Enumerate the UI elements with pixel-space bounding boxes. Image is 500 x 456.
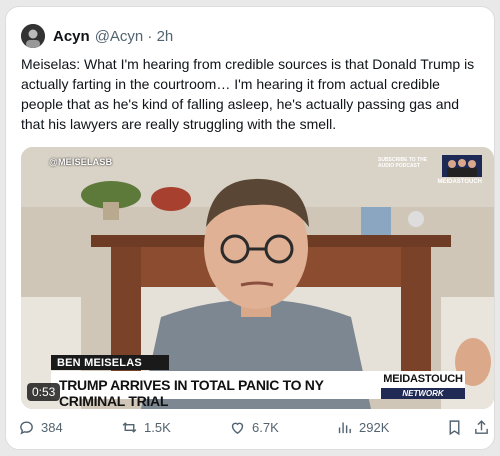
avatar[interactable] (21, 24, 45, 48)
action-bar: 384 1.5K 6.7K 292K (6, 419, 496, 443)
repost-icon (122, 422, 137, 433)
like-button[interactable]: 6.7K (229, 419, 279, 436)
reply-icon (20, 421, 33, 435)
podcast-promo: Subscribe to the audio podcast MEIDASTOU… (378, 155, 482, 195)
video-timestamp: 0:53 (27, 383, 61, 401)
news-headline: TRUMP ARRIVES IN TOTAL PANIC TO NY CRIMI… (51, 371, 381, 409)
share-button[interactable] (473, 419, 490, 441)
speaker-name-tag: BEN MEISELAS (51, 355, 169, 370)
views-button[interactable]: 292K (336, 419, 389, 436)
promo-brand: MEIDASTOUCH (437, 179, 482, 185)
network-logo-bottom: NETWORK (381, 388, 465, 399)
video-player[interactable]: @MEISELASB Subscribe to the audio podcas… (21, 147, 494, 409)
heart-icon (231, 422, 244, 435)
video-watermark: @MEISELASB (49, 157, 113, 167)
like-count: 6.7K (252, 420, 279, 435)
views-count: 292K (359, 420, 390, 435)
repost-count: 1.5K (144, 420, 171, 435)
views-icon (338, 422, 351, 434)
repost-button[interactable]: 1.5K (121, 419, 171, 436)
share-icon (475, 420, 488, 434)
bookmark-icon (449, 420, 460, 436)
reply-button[interactable]: 384 (18, 419, 63, 436)
tweet-header: Acyn @Acyn · 2h (21, 23, 173, 49)
reply-count: 384 (41, 420, 63, 435)
tweet-card[interactable]: Acyn @Acyn · 2h Meiselas: What I'm heari… (5, 6, 495, 450)
bookmark-button[interactable] (446, 419, 463, 441)
promo-text: Subscribe to the audio podcast (378, 157, 428, 169)
author-handle[interactable]: @Acyn · 2h (95, 28, 174, 45)
hosts-thumbnail-icon (442, 155, 482, 177)
network-logo: MEIDASTOUCH NETWORK (381, 371, 465, 399)
tweet-text: Meiselas: What I'm hearing from credible… (21, 56, 475, 132)
network-logo-top: MEIDASTOUCH (383, 373, 463, 385)
author-name[interactable]: Acyn (53, 28, 90, 45)
